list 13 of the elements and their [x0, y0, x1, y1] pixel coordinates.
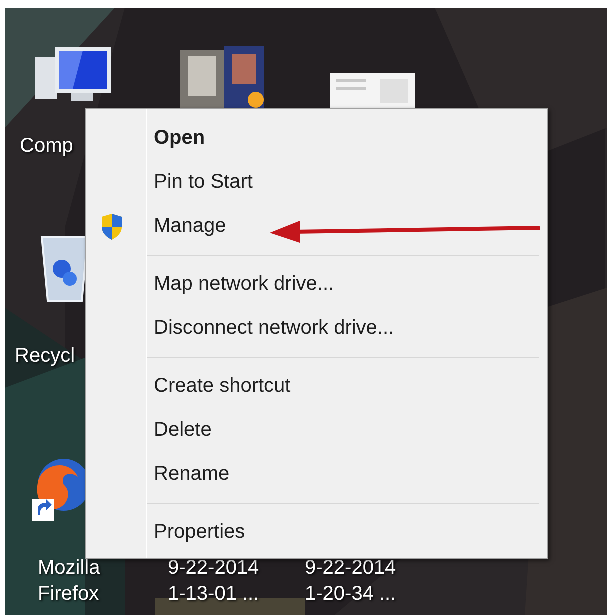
menu-item[interactable]: Create shortcut — [86, 364, 547, 408]
menu-item[interactable]: Delete — [86, 408, 547, 452]
menu-item[interactable]: Pin to Start — [86, 160, 547, 204]
menu-item[interactable]: Disconnect network drive... — [86, 306, 547, 350]
menu-item[interactable]: Rename — [86, 452, 547, 496]
menu-item[interactable]: Map network drive... — [86, 262, 547, 306]
icon-label[interactable]: Recycl — [15, 343, 76, 369]
menu-item[interactable]: Manage — [86, 204, 547, 248]
icon-label[interactable]: Comp — [20, 133, 74, 159]
shield-icon — [100, 214, 124, 240]
icon-label[interactable]: Mozilla Firefox — [38, 555, 100, 607]
menu-item[interactable]: Open — [86, 116, 547, 160]
menu-item[interactable]: Properties — [86, 510, 547, 554]
